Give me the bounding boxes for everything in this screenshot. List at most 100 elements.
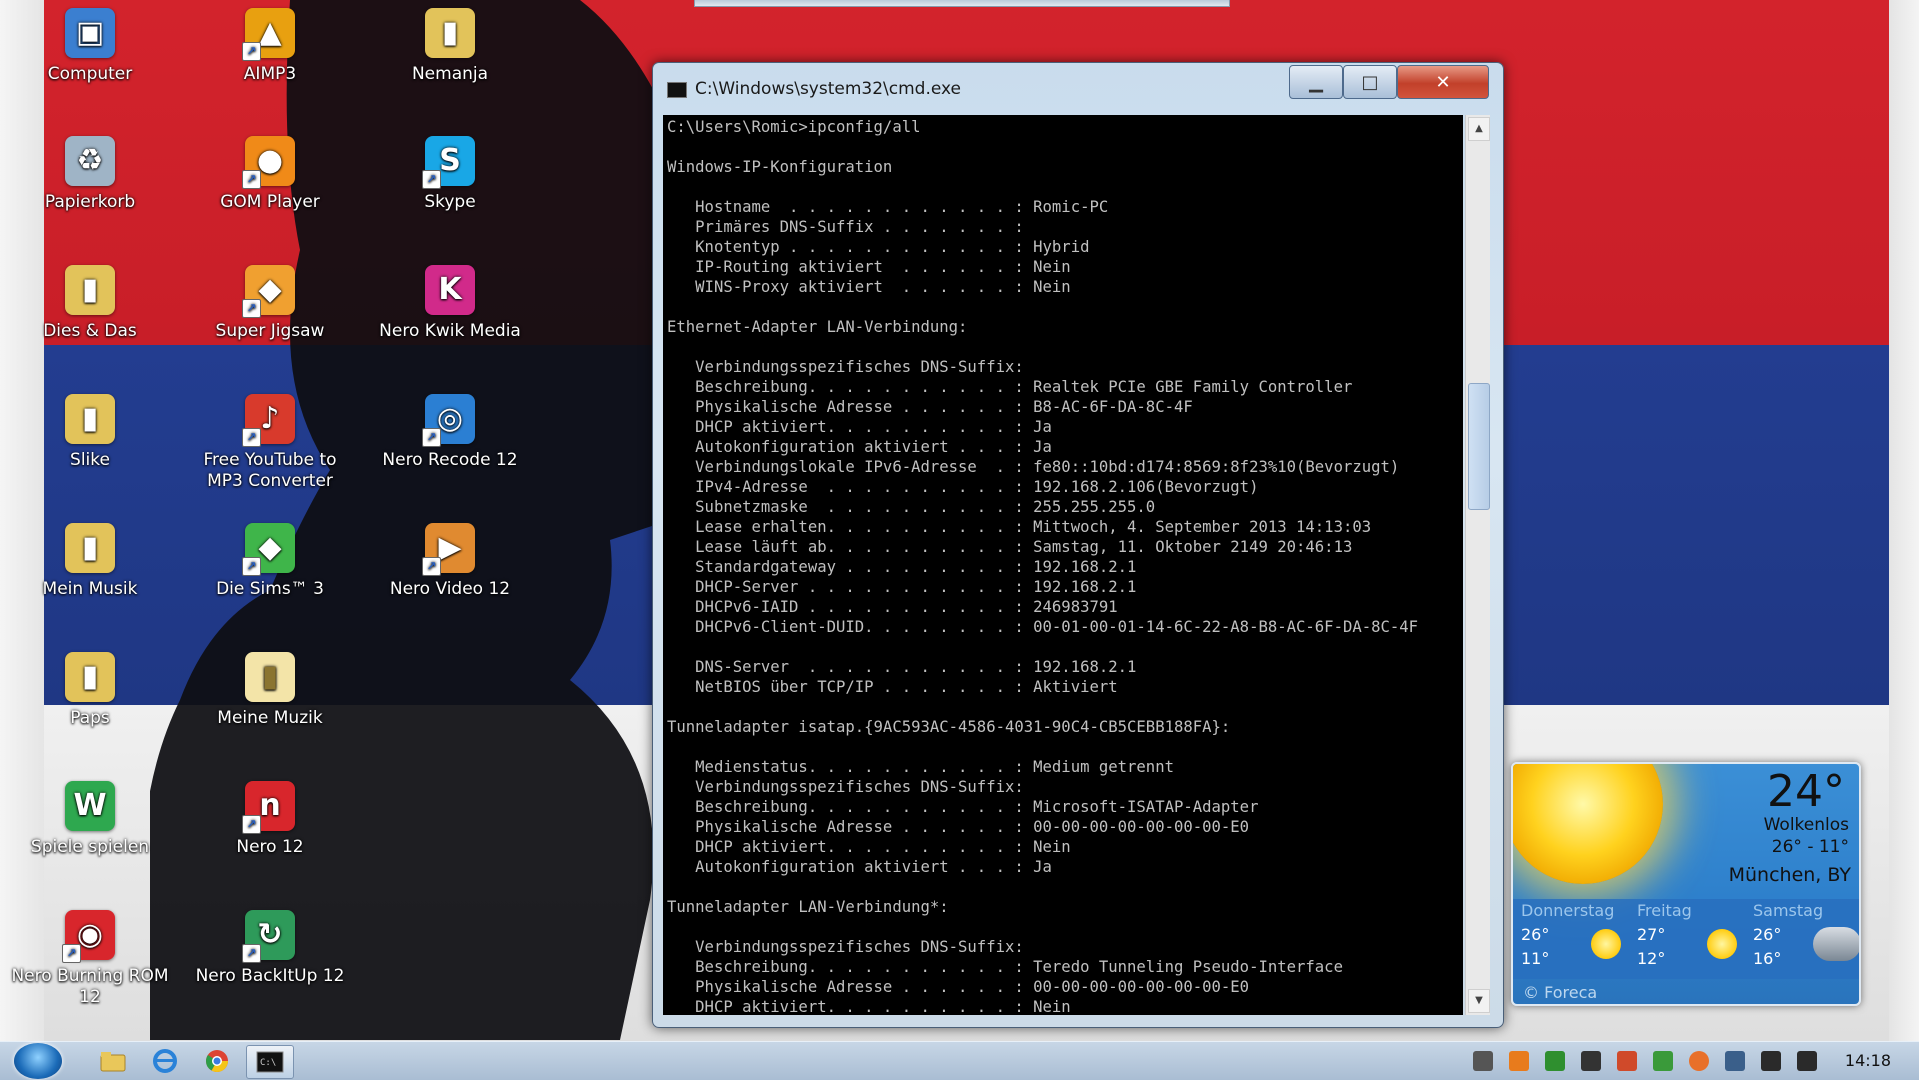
action-center-flag-icon[interactable] xyxy=(1761,1051,1781,1071)
nero-kwik-media-icon: K xyxy=(425,265,475,315)
console-text: C:\Users\Romic>ipconfig/all Windows-IP-K… xyxy=(667,118,1419,1015)
forecast-day-name: Donnerstag xyxy=(1521,901,1615,920)
chrome-icon xyxy=(206,1050,228,1072)
wallpaper-edge xyxy=(1889,0,1919,1079)
sunny-icon xyxy=(1707,929,1737,959)
desktop-icon[interactable]: ◆ ↗ Super Jigsaw xyxy=(185,265,355,342)
desktop-icon[interactable]: K Nero Kwik Media xyxy=(365,265,535,342)
desktop-icon-label: Skype xyxy=(424,192,476,212)
taskbar-clock[interactable]: 14:18 xyxy=(1845,1051,1891,1070)
cmd-icon xyxy=(667,82,687,98)
taskbar-explorer-button[interactable] xyxy=(90,1045,136,1077)
thunderstorm-icon xyxy=(1813,927,1859,961)
internet-explorer-icon xyxy=(153,1049,177,1073)
explorer-icon xyxy=(100,1052,126,1072)
window-titlebar[interactable]: C:\Windows\system32\cmd.exe ▁ □ ✕ xyxy=(653,63,1503,113)
desktop-icon[interactable]: S ↗ Skype xyxy=(365,136,535,213)
forecast-day: Donnerstag 26° 11° xyxy=(1521,899,1631,979)
desktop-icon[interactable]: ↻ ↗ Nero BackItUp 12 xyxy=(185,910,355,987)
desktop-icon-label: Nero Kwik Media xyxy=(379,321,521,341)
desktop-icon-label: Dies & Das xyxy=(43,321,137,341)
desktop-icon[interactable]: W Spiele spielen xyxy=(5,781,175,858)
folder-icon: ▮ xyxy=(425,8,475,58)
desktop-icon[interactable]: ▮ Meine Muzik xyxy=(185,652,355,729)
cmd-window[interactable]: C:\Windows\system32\cmd.exe ▁ □ ✕ C:\Use… xyxy=(652,62,1504,1028)
forecast-strip: Donnerstag 26° 11° Freitag 27° 12° Samst… xyxy=(1513,899,1859,979)
temperature-range: 26° - 11° xyxy=(1771,837,1849,857)
console-output-area[interactable]: C:\Users\Romic>ipconfig/all Windows-IP-K… xyxy=(663,115,1463,1015)
network-icon[interactable] xyxy=(1725,1051,1745,1071)
vertical-scrollbar[interactable]: ▲ ▼ xyxy=(1465,115,1490,1015)
skype-icon: S ↗ xyxy=(422,136,475,189)
taskbar-cmd-button[interactable]: C:\ xyxy=(246,1045,294,1079)
desktop-icon-label: Computer xyxy=(47,64,133,84)
desktop-icon[interactable]: ▮ Dies & Das xyxy=(5,265,175,342)
nero-12-icon: n ↗ xyxy=(242,781,295,834)
aimp-tray-icon[interactable] xyxy=(1509,1051,1529,1071)
weather-city[interactable]: München, BY xyxy=(1729,864,1851,886)
weather-credit-link[interactable]: © Foreca xyxy=(1523,983,1597,1002)
update-icon[interactable] xyxy=(1689,1051,1709,1071)
desktop-icon[interactable]: ◆ ↗ Die Sims™ 3 xyxy=(185,523,355,600)
desktop-icon-label: Nero Burning ROM 12 xyxy=(11,966,169,1008)
desktop-icon[interactable]: ▣ Computer xyxy=(5,8,175,85)
desktop-icon-label: Meine Muzik xyxy=(217,708,323,728)
desktop-icon-label: Super Jigsaw xyxy=(215,321,325,341)
desktop-icon[interactable]: ♻ Papierkorb xyxy=(5,136,175,213)
desktop-icon-label: AIMP3 xyxy=(243,64,297,84)
desktop-icon[interactable]: ● ↗ GOM Player xyxy=(185,136,355,213)
desktop-icon[interactable]: ♪ ↗ Free YouTube to MP3 Converter xyxy=(185,394,355,493)
forecast-day-name: Samstag xyxy=(1753,901,1824,920)
scrollbar-thumb[interactable] xyxy=(1468,383,1490,510)
taskbar-chrome-button[interactable] xyxy=(194,1045,240,1077)
nero-backitup-icon: ↻ ↗ xyxy=(242,910,295,963)
desktop-icon[interactable]: ◎ ↗ Nero Recode 12 xyxy=(365,394,535,471)
desktop-icon-label: Free YouTube to MP3 Converter xyxy=(203,450,337,492)
super-jigsaw-icon: ◆ ↗ xyxy=(242,265,295,318)
desktop-icon-label: Nero Video 12 xyxy=(389,579,511,599)
computer-icon: ▣ xyxy=(65,8,115,58)
taskbar-ie-button[interactable] xyxy=(142,1045,188,1077)
start-button[interactable] xyxy=(14,1043,62,1079)
desktop-icon-label: Papierkorb xyxy=(44,192,136,212)
speaker-icon[interactable] xyxy=(1797,1051,1817,1071)
folder-icon: ▮ xyxy=(65,523,115,573)
webcam-icon[interactable] xyxy=(1473,1051,1493,1071)
volume-app-icon[interactable] xyxy=(1617,1051,1637,1071)
youtube-mp3-icon: ♪ ↗ xyxy=(242,394,295,447)
desktop-icon[interactable]: ▮ Paps xyxy=(5,652,175,729)
minimize-button[interactable]: ▁ xyxy=(1289,65,1343,99)
scroll-up-button[interactable]: ▲ xyxy=(1468,117,1490,141)
scroll-down-button[interactable]: ▼ xyxy=(1468,989,1490,1013)
cmd-icon: C:\ xyxy=(256,1051,284,1073)
desktop-icon[interactable]: ▶ ↗ Nero Video 12 xyxy=(365,523,535,600)
sunny-icon xyxy=(1591,929,1621,959)
desktop-icon-label: GOM Player xyxy=(220,192,320,212)
desktop-icon-label: Die Sims™ 3 xyxy=(216,579,324,599)
close-button[interactable]: ✕ xyxy=(1397,65,1489,99)
tray-app-icon[interactable] xyxy=(1545,1051,1565,1071)
maximize-button[interactable]: □ xyxy=(1343,65,1397,99)
nero-recode-icon: ◎ ↗ xyxy=(422,394,475,447)
forecast-day: Samstag 26° 16° xyxy=(1753,899,1859,979)
desktop-icon-label: Paps xyxy=(70,708,110,728)
desktop-icon-label: Nemanja xyxy=(411,64,489,84)
window-edge-strip xyxy=(694,0,1230,7)
monitor-tray-icon[interactable] xyxy=(1581,1051,1601,1071)
desktop-icon-label: Mein Musik xyxy=(42,579,138,599)
window-title: C:\Windows\system32\cmd.exe xyxy=(695,79,962,99)
desktop-icon[interactable]: ◉ ↗ Nero Burning ROM 12 xyxy=(5,910,175,1009)
gom-player-icon: ● ↗ xyxy=(242,136,295,189)
recycle-bin-icon: ♻ xyxy=(65,136,115,186)
svg-text:C:\: C:\ xyxy=(260,1058,276,1068)
desktop-icon[interactable]: ▮ Slike xyxy=(5,394,175,471)
desktop-icon[interactable]: ▲ ↗ AIMP3 xyxy=(185,8,355,85)
security-icon[interactable] xyxy=(1653,1051,1673,1071)
desktop-icon[interactable]: ▮ Nemanja xyxy=(365,8,535,85)
desktop-icon[interactable]: ▮ Mein Musik xyxy=(5,523,175,600)
games-icon: W xyxy=(65,781,115,831)
forecast-day-name: Freitag xyxy=(1637,901,1692,920)
desktop-icon[interactable]: n ↗ Nero 12 xyxy=(185,781,355,858)
weather-gadget[interactable]: 24° Wolkenlos 26° - 11° München, BY Donn… xyxy=(1511,762,1861,1006)
desktop-icon-label: Nero BackItUp 12 xyxy=(195,966,345,986)
